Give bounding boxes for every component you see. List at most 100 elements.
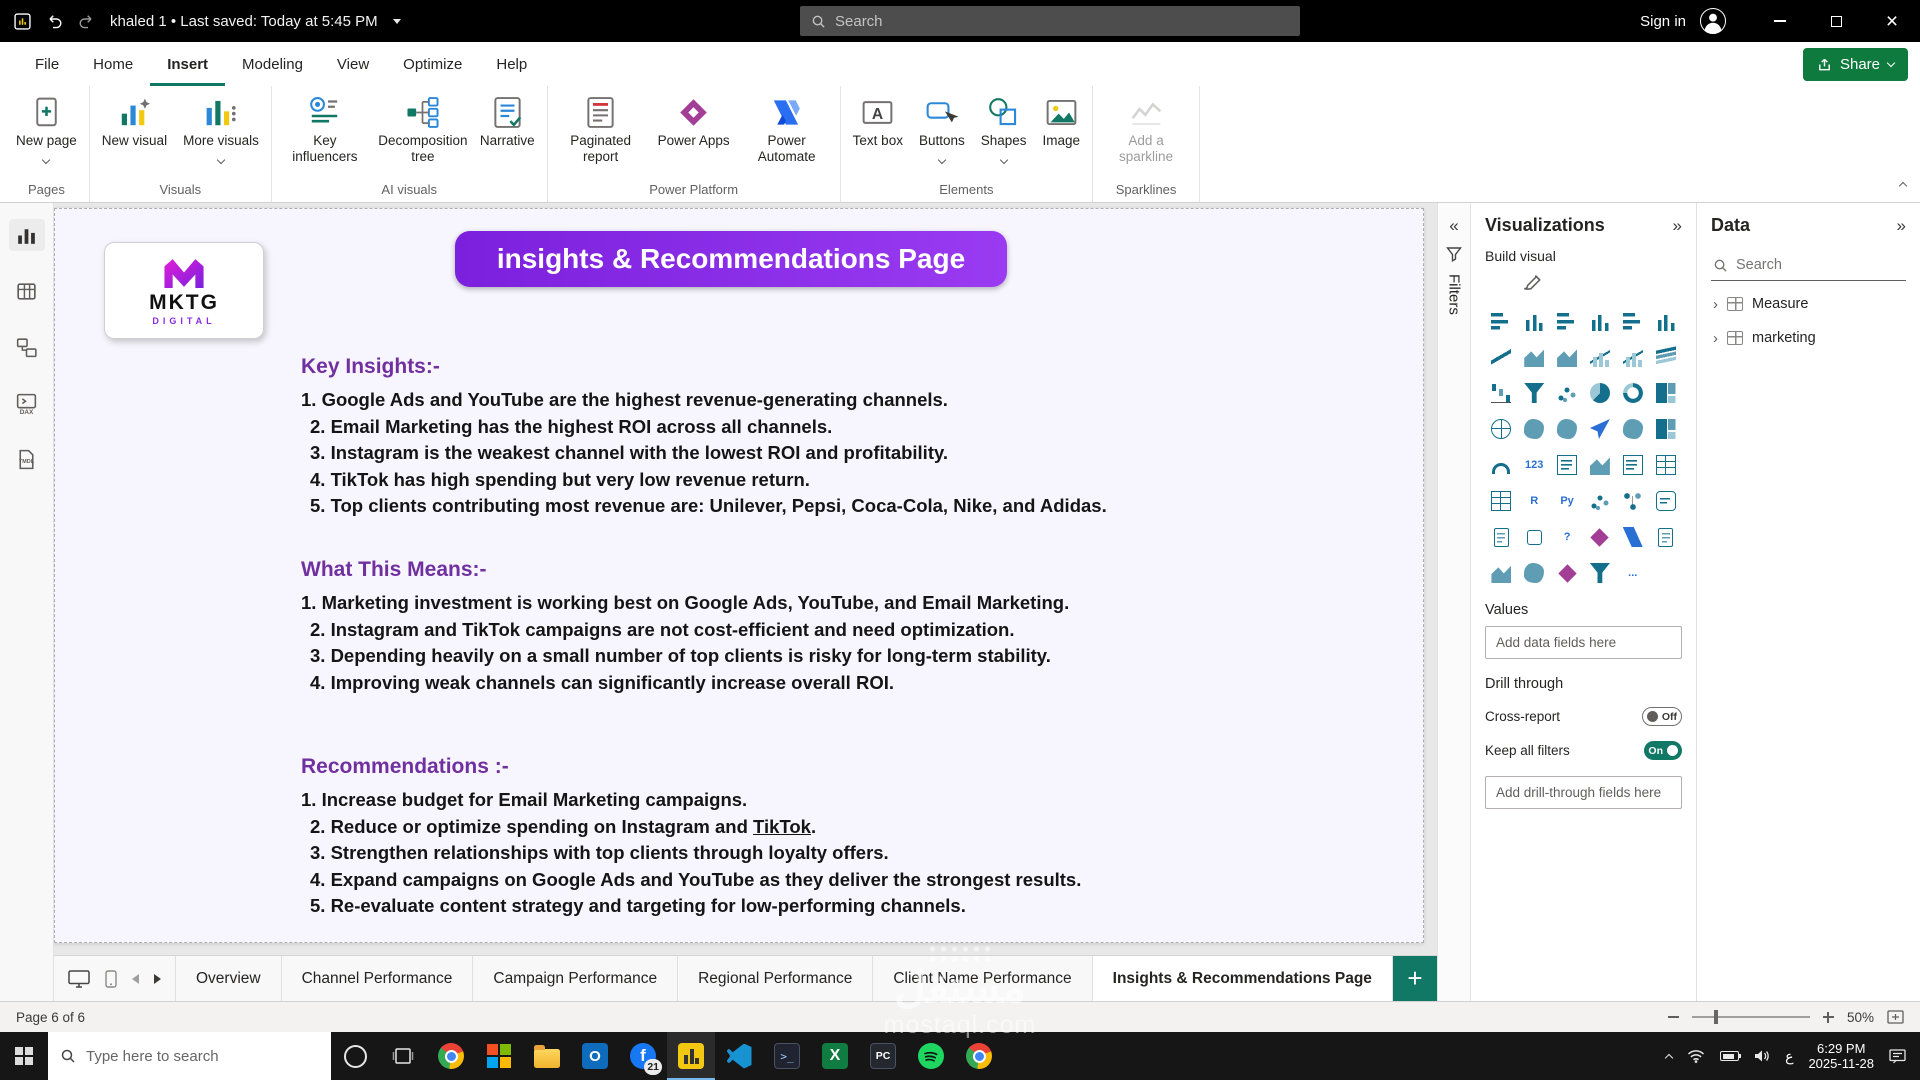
report-canvas[interactable]: MKTG DIGITAL insights & Recommendations … (54, 203, 1437, 955)
values-field-well[interactable]: Add data fields here (1485, 626, 1682, 659)
100-stacked-bar-chart-icon[interactable] (1619, 309, 1646, 333)
spotify-button[interactable] (907, 1032, 955, 1080)
global-search-input[interactable] (835, 13, 1289, 30)
expand-filters-icon[interactable]: « (1449, 217, 1458, 234)
shapes-button[interactable]: Shapes (974, 91, 1034, 161)
mobile-view-icon[interactable] (105, 970, 117, 988)
power-bi-button[interactable] (667, 1032, 715, 1080)
100-stacked-column-chart-icon[interactable] (1652, 309, 1679, 333)
more-options-icon[interactable]: ... (1619, 561, 1646, 585)
r-script-visual-icon[interactable]: R (1521, 489, 1548, 513)
next-page-icon[interactable] (154, 974, 161, 984)
minimize-button[interactable] (1752, 0, 1808, 42)
format-visual-tab[interactable] (1521, 270, 1543, 297)
power-apps-button[interactable]: Power Apps (651, 91, 737, 152)
kpi-diamond-icon[interactable] (1554, 561, 1581, 585)
collapse-ribbon-icon[interactable] (1900, 176, 1906, 194)
tmdl-view-button[interactable]: TMDL (9, 443, 45, 475)
taskbar-search-input[interactable] (86, 1048, 319, 1065)
page-tab-regional-performance[interactable]: Regional Performance (678, 956, 873, 1001)
task-view-button[interactable] (379, 1032, 427, 1080)
scatter-chart-icon[interactable] (1554, 381, 1581, 405)
maximize-button[interactable] (1808, 0, 1864, 42)
cross-report-toggle[interactable]: Off (1642, 707, 1682, 726)
close-button[interactable]: × (1864, 0, 1920, 42)
gauge-icon[interactable] (1488, 453, 1515, 477)
key-influencers-button[interactable]: Key influencers (277, 91, 373, 167)
table-icon[interactable] (1652, 453, 1679, 477)
python-visual-icon[interactable]: Py (1554, 489, 1581, 513)
esri-visual-icon[interactable] (1521, 561, 1548, 585)
power-automate-visual-icon[interactable] (1619, 525, 1646, 549)
filters-pane-label[interactable]: Filters (1446, 274, 1463, 315)
ribbon-chart-icon[interactable] (1652, 345, 1679, 369)
menu-item-home[interactable]: Home (76, 42, 150, 86)
page-tab-insights-recommendations-page[interactable]: Insights & Recommendations Page (1093, 956, 1393, 1001)
add-a-sparkline-button[interactable]: Add a sparkline (1098, 91, 1194, 167)
metrics-icon[interactable] (1521, 525, 1548, 549)
image-visual-icon[interactable] (1488, 561, 1515, 585)
more-visuals-button[interactable]: More visuals (176, 91, 266, 161)
global-search[interactable] (800, 6, 1300, 36)
line-and-stacked-column-chart-icon[interactable] (1586, 345, 1613, 369)
collapse-visualizations-icon[interactable]: » (1673, 217, 1682, 234)
title-caret-icon[interactable] (393, 19, 401, 24)
volume-icon[interactable] (1754, 1049, 1770, 1063)
pie-chart-icon[interactable] (1586, 381, 1613, 405)
area-chart-icon[interactable] (1521, 345, 1548, 369)
report-view-button[interactable] (9, 219, 45, 251)
tray-expand-chevron-icon[interactable] (1666, 1052, 1672, 1061)
donut-chart-icon[interactable] (1619, 381, 1646, 405)
collapse-data-icon[interactable]: » (1897, 217, 1906, 234)
azure-map-icon[interactable] (1586, 417, 1613, 441)
line-and-clustered-column-chart-icon[interactable] (1619, 345, 1646, 369)
paginated-report-button[interactable]: Paginated report (553, 91, 649, 167)
power-automate-button[interactable]: Power Automate (739, 91, 835, 167)
table-view-button[interactable] (9, 275, 45, 307)
action-center-icon[interactable] (1889, 1049, 1906, 1064)
menu-item-file[interactable]: File (18, 42, 76, 86)
taskbar-search[interactable] (48, 1032, 331, 1080)
buttons-button[interactable]: Buttons (912, 91, 972, 161)
clustered-column-chart-icon[interactable] (1586, 309, 1613, 333)
scorecard-icon[interactable] (1652, 525, 1679, 549)
data-search-input[interactable] (1736, 257, 1904, 273)
page-tab-client-name-performance[interactable]: Client Name Performance (873, 956, 1092, 1001)
zoom-out-icon[interactable] (1668, 1016, 1679, 1018)
model-view-button[interactable] (9, 331, 45, 363)
new-visual-button[interactable]: New visual (95, 91, 174, 152)
waterfall-chart-icon[interactable] (1488, 381, 1515, 405)
clustered-bar-chart-icon[interactable] (1554, 309, 1581, 333)
chevron-right-icon[interactable]: › (1713, 297, 1718, 312)
outlook-button[interactable]: O (571, 1032, 619, 1080)
redo-icon[interactable] (78, 13, 95, 30)
menu-item-view[interactable]: View (320, 42, 386, 86)
funnel-chart-icon[interactable] (1521, 381, 1548, 405)
kpi-icon[interactable] (1586, 453, 1613, 477)
menu-item-insert[interactable]: Insert (150, 42, 225, 86)
slicer-icon[interactable] (1619, 453, 1646, 477)
menu-item-optimize[interactable]: Optimize (386, 42, 479, 86)
new-page-button[interactable]: New page (9, 91, 84, 161)
chrome-secondary-button[interactable] (955, 1032, 1003, 1080)
excel-button[interactable]: X (811, 1032, 859, 1080)
clock[interactable]: 6:29 PM 2025-11-28 (1808, 1041, 1874, 1071)
battery-icon[interactable] (1720, 1051, 1739, 1061)
desktop-view-icon[interactable] (68, 970, 90, 988)
sign-in-link[interactable]: Sign in (1640, 13, 1686, 30)
terminal-button[interactable]: >_ (763, 1032, 811, 1080)
pc-app-button[interactable]: PC (859, 1032, 907, 1080)
image-button[interactable]: Image (1036, 91, 1088, 152)
chrome-button[interactable] (427, 1032, 475, 1080)
card-icon[interactable]: 123 (1521, 453, 1548, 477)
share-button[interactable]: Share (1803, 48, 1908, 81)
matrix-icon[interactable] (1488, 489, 1515, 513)
decomposition-tree-button[interactable]: Decomposition tree (375, 91, 471, 167)
map-icon[interactable] (1488, 417, 1515, 441)
report-page[interactable]: MKTG DIGITAL insights & Recommendations … (54, 208, 1424, 943)
heatmap-icon[interactable] (1652, 417, 1679, 441)
start-button[interactable] (0, 1032, 48, 1080)
page-tab-channel-performance[interactable]: Channel Performance (282, 956, 474, 1001)
chevron-right-icon[interactable]: › (1713, 331, 1718, 346)
data-field-marketing[interactable]: ›marketing (1711, 321, 1906, 355)
